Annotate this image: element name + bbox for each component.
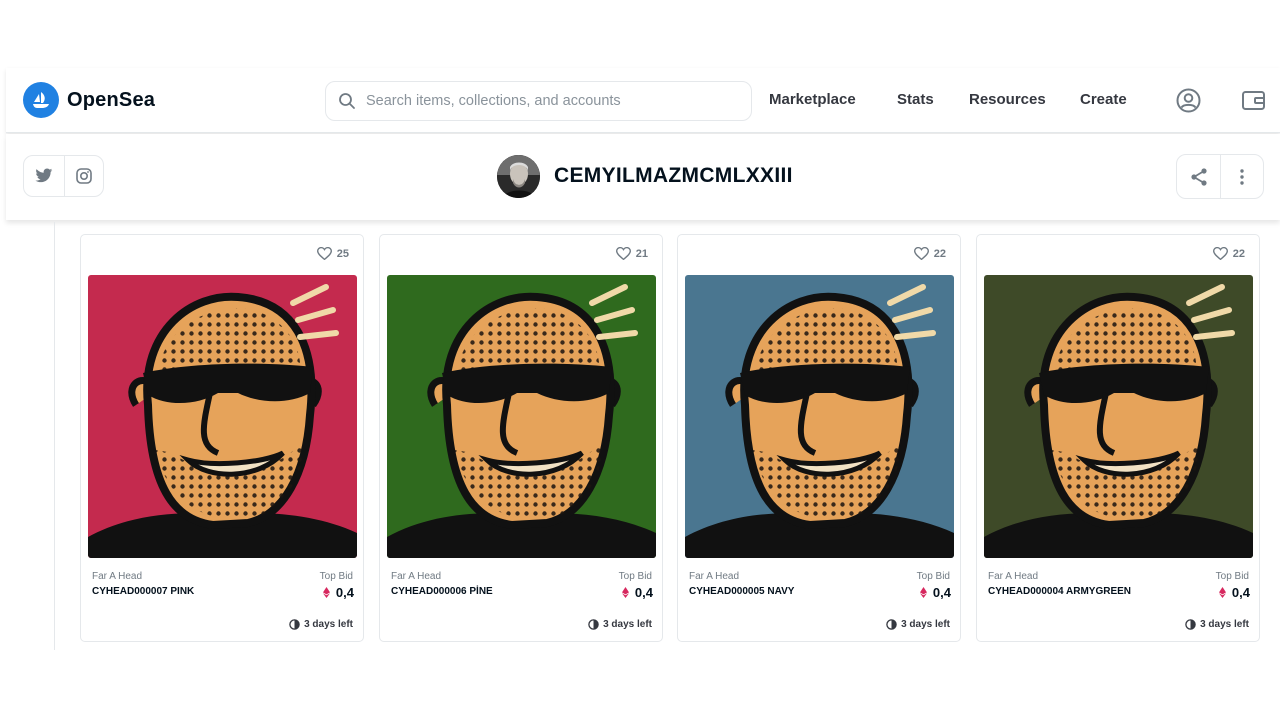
social-links xyxy=(23,155,104,197)
account-icon[interactable] xyxy=(1176,88,1201,118)
eth-icon xyxy=(322,587,330,598)
sidebar-divider xyxy=(54,222,55,650)
time-left: 3 days left xyxy=(588,619,652,630)
profile-actions xyxy=(1176,154,1264,199)
search-icon xyxy=(339,93,355,109)
item-name: CYHEAD000006 PİNE xyxy=(391,586,493,597)
time-left: 3 days left xyxy=(289,619,353,630)
nav-stats-link[interactable]: Stats xyxy=(897,91,934,108)
nft-image[interactable] xyxy=(88,275,357,558)
nft-card[interactable]: 22 Far A Head CYHEAD000004 ARMYGREEN Top… xyxy=(976,234,1260,642)
collection-name[interactable]: Far A Head xyxy=(689,571,739,582)
top-bid-label: Top Bid xyxy=(618,571,652,582)
clock-icon xyxy=(886,619,897,630)
top-bid-price: 0,4 xyxy=(919,585,951,600)
nft-image[interactable] xyxy=(685,275,954,558)
time-left: 3 days left xyxy=(886,619,950,630)
heart-icon xyxy=(913,247,929,260)
profile-header: CEMYILMAZMCMLXXIII xyxy=(6,134,1280,220)
likes-count[interactable]: 25 xyxy=(316,247,349,260)
nft-card[interactable]: 21 Far A Head CYHEAD000006 PİNE Top Bid … xyxy=(379,234,663,642)
eth-icon xyxy=(919,587,927,598)
profile-username: CEMYILMAZMCMLXXIII xyxy=(554,164,793,187)
clock-icon xyxy=(588,619,599,630)
opensea-logo-link[interactable]: OpenSea xyxy=(23,82,155,118)
nav-create-link[interactable]: Create xyxy=(1080,91,1127,108)
likes-count[interactable]: 21 xyxy=(615,247,648,260)
nft-card[interactable]: 25 Far A Head CYHEAD000007 PINK Top Bid … xyxy=(80,234,364,642)
collection-name[interactable]: Far A Head xyxy=(988,571,1038,582)
item-name: CYHEAD000007 PINK xyxy=(92,586,195,597)
share-button[interactable] xyxy=(1177,155,1220,198)
top-bid-label: Top Bid xyxy=(1215,571,1249,582)
top-bid-price: 0,4 xyxy=(1218,585,1250,600)
top-bid-label: Top Bid xyxy=(319,571,353,582)
top-navbar: OpenSea Marketplace Stats Resources Crea… xyxy=(6,68,1280,133)
opensea-logo-icon xyxy=(23,82,59,118)
likes-count[interactable]: 22 xyxy=(1212,247,1245,260)
item-name: CYHEAD000004 ARMYGREEN xyxy=(988,586,1132,597)
more-options-button[interactable] xyxy=(1220,155,1263,198)
clock-icon xyxy=(289,619,300,630)
top-bid-label: Top Bid xyxy=(916,571,950,582)
share-icon xyxy=(1190,167,1207,186)
search-bar[interactable] xyxy=(325,81,752,121)
heart-icon xyxy=(316,247,332,260)
nav-resources-link[interactable]: Resources xyxy=(969,91,1046,108)
profile-avatar[interactable] xyxy=(497,155,540,198)
more-vertical-icon xyxy=(1240,168,1244,185)
nft-image[interactable] xyxy=(387,275,656,558)
twitter-button[interactable] xyxy=(24,156,64,196)
heart-icon xyxy=(615,247,631,260)
eth-icon xyxy=(621,587,629,598)
eth-icon xyxy=(1218,587,1226,598)
search-input[interactable] xyxy=(366,93,736,109)
clock-icon xyxy=(1185,619,1196,630)
nav-marketplace-link[interactable]: Marketplace xyxy=(769,91,856,108)
twitter-icon xyxy=(35,168,52,183)
nft-card[interactable]: 22 Far A Head CYHEAD000005 NAVY Top Bid … xyxy=(677,234,961,642)
wallet-icon[interactable] xyxy=(1241,88,1266,118)
time-left: 3 days left xyxy=(1185,619,1249,630)
brand-name: OpenSea xyxy=(67,88,156,111)
instagram-button[interactable] xyxy=(63,156,104,196)
collection-name[interactable]: Far A Head xyxy=(92,571,142,582)
nft-image[interactable] xyxy=(984,275,1253,558)
item-name: CYHEAD000005 NAVY xyxy=(689,586,795,597)
top-bid-price: 0,4 xyxy=(621,585,653,600)
collection-name[interactable]: Far A Head xyxy=(391,571,441,582)
top-bid-price: 0,4 xyxy=(322,585,354,600)
instagram-icon xyxy=(75,168,92,184)
likes-count[interactable]: 22 xyxy=(913,247,946,260)
heart-icon xyxy=(1212,247,1228,260)
